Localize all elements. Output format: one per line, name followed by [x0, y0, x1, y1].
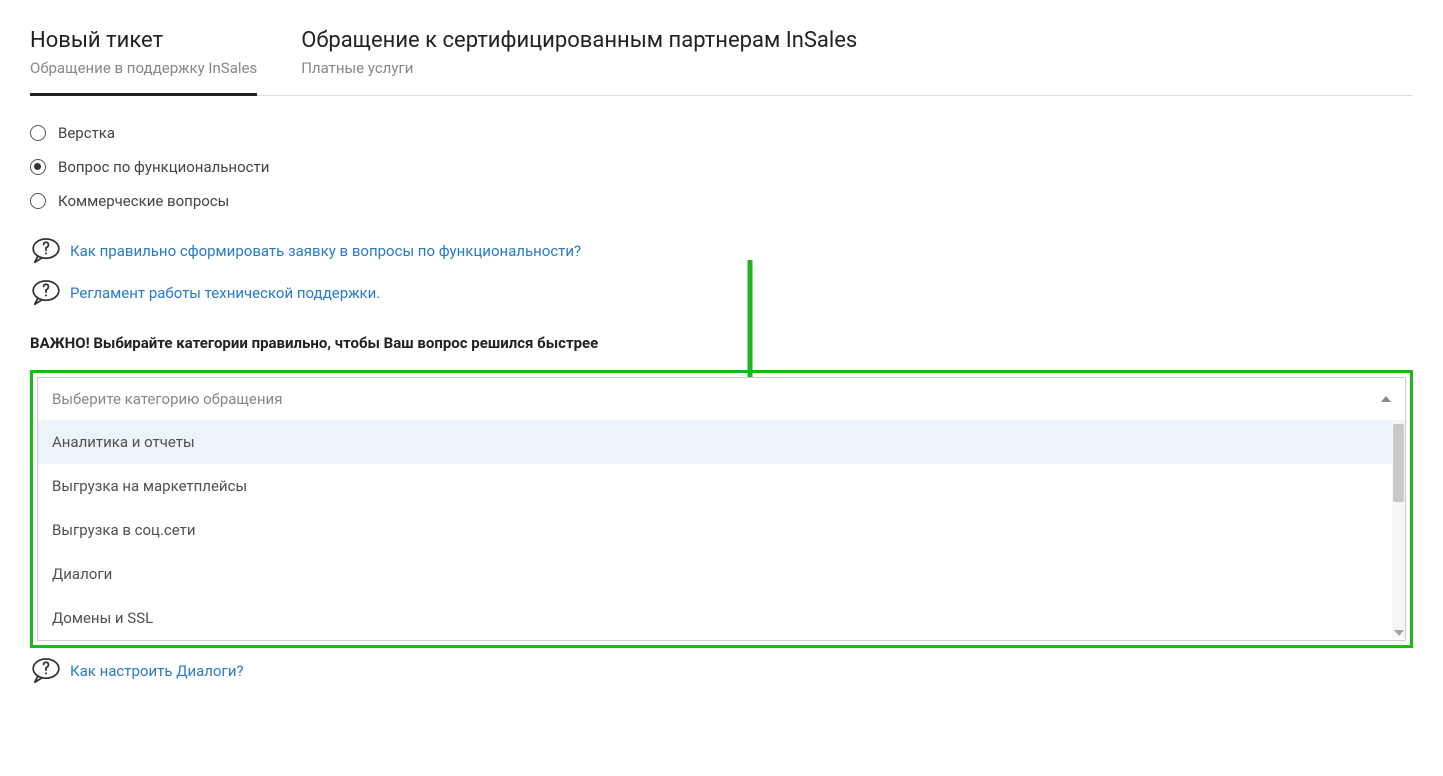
category-dropdown[interactable]: Выберите категорию обращения Аналитика и… [37, 377, 1406, 641]
dropdown-placeholder: Выберите категорию обращения [52, 390, 282, 408]
radio-layout[interactable]: Верстка [30, 124, 1413, 142]
dropdown-options-list: Аналитика и отчеты Выгрузка на маркетпле… [38, 420, 1405, 640]
scrollbar-track[interactable] [1392, 422, 1405, 638]
chevron-up-icon [1381, 396, 1391, 402]
radio-label: Коммерческие вопросы [58, 192, 229, 210]
radio-label: Вопрос по функциональности [58, 158, 269, 176]
tab-title: Обращение к сертифицированным партнерам … [301, 28, 857, 53]
dropdown-option[interactable]: Диалоги [38, 552, 1405, 596]
tabs-container: Новый тикет Обращение в поддержку InSale… [30, 28, 1413, 96]
important-label: ВАЖНО! Выбирайте категории правильно, чт… [30, 334, 1413, 352]
radio-label: Верстка [58, 124, 115, 142]
dropdown-highlight-annotation: Выберите категорию обращения Аналитика и… [30, 370, 1413, 648]
tab-new-ticket[interactable]: Новый тикет Обращение в поддержку InSale… [30, 28, 279, 95]
dropdown-header[interactable]: Выберите категорию обращения [38, 378, 1405, 420]
radio-functionality[interactable]: Вопрос по функциональности [30, 158, 1413, 176]
help-link-item: Как настроить Диалоги? [30, 658, 1413, 684]
dropdown-option[interactable]: Аналитика и отчеты [38, 420, 1405, 464]
question-bubble-icon [30, 280, 62, 306]
ticket-type-radio-group: Верстка Вопрос по функциональности Комме… [30, 124, 1413, 210]
help-link[interactable]: Как правильно сформировать заявку в вопр… [70, 242, 581, 260]
question-bubble-icon [30, 238, 62, 264]
radio-icon [30, 125, 46, 141]
scrollbar-thumb[interactable] [1393, 424, 1404, 502]
question-bubble-icon [30, 658, 62, 684]
help-link[interactable]: Как настроить Диалоги? [70, 662, 244, 680]
dropdown-option[interactable]: Выгрузка на маркетплейсы [38, 464, 1405, 508]
scrollbar-arrow-down-icon[interactable] [1394, 630, 1404, 636]
radio-icon [30, 159, 46, 175]
radio-commercial[interactable]: Коммерческие вопросы [30, 192, 1413, 210]
help-link-item: Как правильно сформировать заявку в вопр… [30, 238, 730, 264]
dropdown-option[interactable]: Выгрузка в соц.сети [38, 508, 1405, 552]
help-links-section: Как правильно сформировать заявку в вопр… [30, 238, 730, 306]
tab-title: Новый тикет [30, 28, 257, 53]
help-link-item: Регламент работы технической поддержки. [30, 280, 730, 306]
radio-icon [30, 193, 46, 209]
help-link[interactable]: Регламент работы технической поддержки. [70, 284, 380, 302]
tab-certified-partners[interactable]: Обращение к сертифицированным партнерам … [301, 28, 879, 95]
dropdown-option[interactable]: Домены и SSL [38, 596, 1405, 640]
tab-subtitle: Обращение в поддержку InSales [30, 59, 257, 77]
tab-subtitle: Платные услуги [301, 59, 857, 77]
